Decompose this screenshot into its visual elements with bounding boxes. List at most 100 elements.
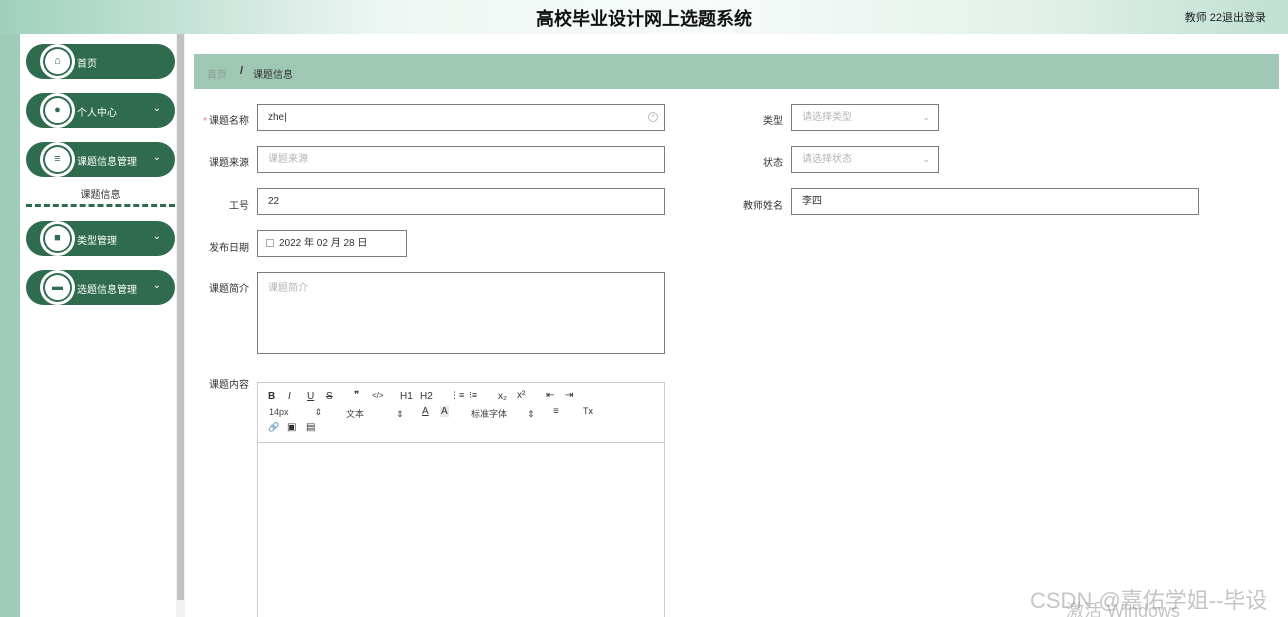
status-select[interactable]: 请选择状态 ⌄	[791, 146, 939, 173]
h2-button[interactable]: H2	[420, 391, 433, 402]
required-mark: *	[203, 116, 207, 127]
content-label: 课题内容	[209, 380, 249, 391]
font-color-icon[interactable]: A	[422, 406, 429, 417]
superscript-button[interactable]: x²	[517, 390, 525, 401]
sidebar-item-selection-management[interactable]: ▬ 选题信息管理 ⌄	[26, 270, 175, 305]
chevron-down-icon: ⌄	[152, 280, 161, 291]
teacher-name-label: 教师姓名	[743, 201, 783, 212]
editor-body[interactable]	[258, 444, 664, 617]
source-label: 课题来源	[209, 158, 249, 169]
publish-date-picker[interactable]: 2022 年 02 月 28 日	[257, 230, 407, 257]
status-label: 状态	[763, 158, 783, 169]
job-number-input[interactable]: 22	[257, 188, 665, 215]
ordered-list-icon[interactable]: ⋮≡	[450, 390, 464, 401]
font-family-value: 标准字体	[471, 409, 508, 419]
sidebar-subitem-topic-info[interactable]: 课题信息	[26, 178, 175, 207]
sidebar-item-home[interactable]: ⌂ 首页	[26, 44, 175, 79]
scrollbar-thumb[interactable]	[177, 34, 184, 600]
gear-badge: ■	[40, 221, 75, 256]
rich-text-editor: B I U S ❞ </> H1 H2 ⋮≡ ⁝≡ x₂ x² ⇤ ⇥ 14px…	[257, 382, 665, 617]
chevron-down-icon: ⌄	[152, 103, 161, 114]
background-color-icon[interactable]: A	[440, 406, 449, 417]
block-format-select[interactable]: 文本 ⇕	[346, 407, 404, 420]
type-select-placeholder: 请选择类型	[802, 112, 852, 123]
sidebar-item-label: 首页	[77, 59, 97, 70]
home-icon: ⌂	[54, 55, 61, 67]
sidebar-item-type-management[interactable]: ■ 类型管理 ⌄	[26, 221, 175, 256]
outdent-icon[interactable]: ⇤	[546, 390, 554, 401]
source-input[interactable]: 课题来源	[257, 146, 665, 173]
title-input[interactable]: zhe| ×	[257, 104, 665, 131]
align-icon[interactable]: ≡	[553, 406, 559, 417]
clear-format-icon[interactable]: Tx	[583, 406, 593, 416]
font-family-select[interactable]: 标准字体 ⇕	[471, 407, 535, 420]
title-label-text: 课题名称	[209, 116, 249, 127]
logout-link[interactable]: 退出登录	[1222, 9, 1266, 25]
underline-button[interactable]: U	[307, 391, 314, 402]
source-input-placeholder: 课题来源	[268, 154, 308, 165]
user-icon: ●	[54, 104, 61, 116]
database-icon: ▬	[52, 281, 63, 293]
intro-label: 课题简介	[209, 284, 249, 295]
sidebar-scrollbar[interactable]	[176, 34, 185, 617]
chevron-down-icon: ⌄	[152, 152, 161, 163]
current-user-label: 教师 22	[1184, 12, 1222, 24]
sidebar-item-label: 个人中心	[77, 108, 117, 119]
link-icon[interactable]: 🔗	[268, 422, 279, 433]
gear-badge: ●	[40, 93, 75, 128]
indent-icon[interactable]: ⇥	[565, 390, 573, 401]
bullet-list-icon[interactable]: ⁝≡	[469, 390, 477, 401]
breadcrumb: 首页 / 课题信息	[194, 54, 1279, 89]
quote-icon[interactable]: ❞	[354, 390, 359, 401]
type-label: 类型	[763, 116, 783, 127]
spinner-icon: ⇕	[314, 407, 323, 417]
teacher-name-value: 李四	[802, 196, 822, 207]
breadcrumb-current: 课题信息	[253, 70, 293, 81]
sliders-icon: ≡	[54, 153, 61, 165]
book-icon: ■	[54, 232, 61, 244]
publish-date-value: 2022 年 02 月 28 日	[279, 238, 368, 249]
sidebar-subitem-label: 课题信息	[80, 190, 121, 201]
chevron-down-icon: ⌄	[922, 112, 930, 122]
left-decoration-strip	[0, 34, 20, 617]
gear-badge: ▬	[40, 270, 75, 305]
clear-icon[interactable]: ×	[648, 112, 658, 122]
intro-textarea[interactable]: 课题简介	[257, 272, 665, 354]
sidebar-item-label: 课题信息管理	[77, 157, 137, 168]
strike-button[interactable]: S	[326, 391, 333, 402]
image-icon[interactable]: ▣	[287, 422, 296, 433]
sidebar-item-label: 类型管理	[77, 236, 117, 247]
breadcrumb-separator: /	[240, 65, 244, 77]
sidebar-item-personal-center[interactable]: ● 个人中心 ⌄	[26, 93, 175, 128]
type-select[interactable]: 请选择类型 ⌄	[791, 104, 939, 131]
code-icon[interactable]: </>	[372, 391, 384, 400]
gear-badge: ≡	[40, 142, 75, 177]
top-header: 高校毕业设计网上选题系统 教师 22 退出登录	[0, 0, 1288, 34]
title-label: * 课题名称	[199, 112, 249, 127]
windows-activation-watermark: 激活 Windows	[1066, 601, 1181, 617]
status-select-placeholder: 请选择状态	[802, 154, 852, 165]
video-icon[interactable]: ▤	[306, 422, 315, 433]
calendar-icon	[266, 239, 274, 247]
sidebar-item-topic-management[interactable]: ≡ 课题信息管理 ⌄	[26, 142, 175, 177]
breadcrumb-home-link[interactable]: 首页	[207, 66, 227, 81]
spinner-icon: ⇕	[527, 409, 535, 419]
site-title: 高校毕业设计网上选题系统	[536, 9, 752, 30]
font-size-select[interactable]: 14px ⇕	[269, 407, 322, 418]
font-size-value: 14px	[269, 407, 289, 417]
job-number-value: 22	[268, 196, 280, 207]
h1-button[interactable]: H1	[400, 391, 413, 402]
publish-date-label: 发布日期	[209, 243, 249, 254]
italic-button[interactable]: I	[288, 391, 291, 402]
subscript-button[interactable]: x₂	[498, 391, 507, 402]
main-content: 首页 / 课题信息 * 课题名称 zhe| × 类型 请选择类型 ⌄ 课题来源 课…	[185, 34, 1288, 617]
spinner-icon: ⇕	[396, 409, 404, 419]
sidebar-item-label: 选题信息管理	[77, 285, 137, 296]
teacher-name-input[interactable]: 李四	[791, 188, 1199, 215]
sidebar: ⌂ 首页 ● 个人中心 ⌄ ≡ 课题信息管理 ⌄ 课题信息 ■ 类型管理 ⌄ ▬…	[20, 34, 176, 617]
bold-button[interactable]: B	[268, 391, 275, 402]
editor-toolbar: B I U S ❞ </> H1 H2 ⋮≡ ⁝≡ x₂ x² ⇤ ⇥ 14px…	[258, 383, 664, 443]
block-format-value: 文本	[346, 409, 365, 419]
title-input-value: zhe|	[268, 112, 287, 123]
chevron-down-icon: ⌄	[152, 231, 161, 242]
